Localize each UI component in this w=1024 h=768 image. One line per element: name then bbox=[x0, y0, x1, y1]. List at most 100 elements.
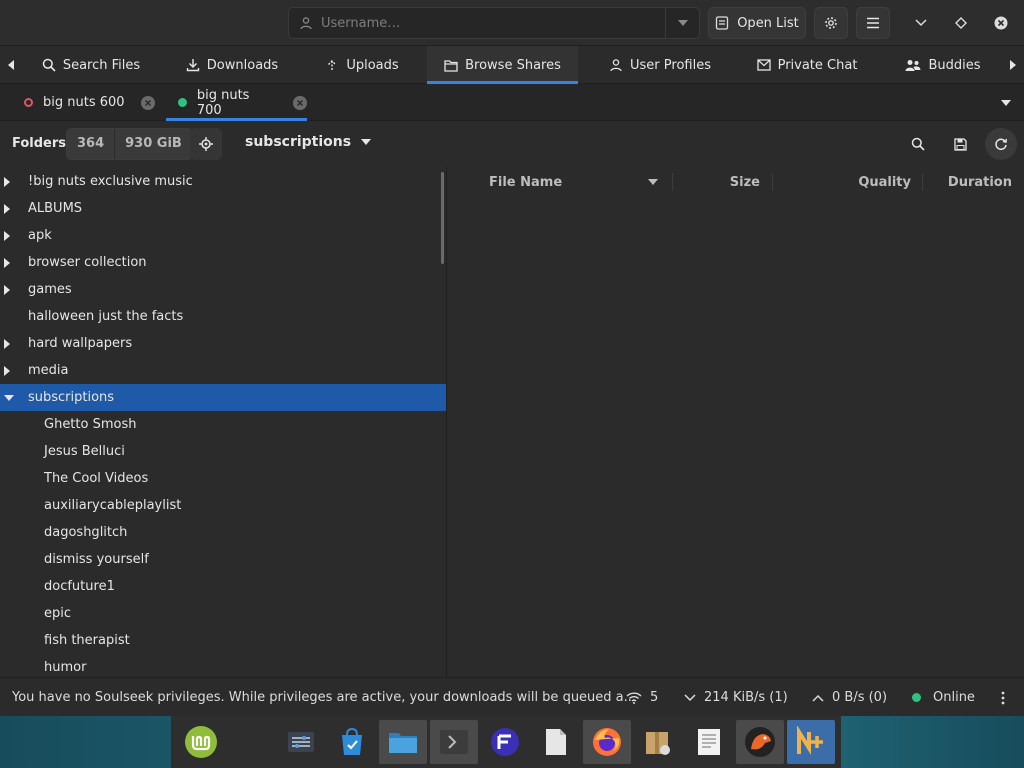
tree-subfolder-row[interactable]: fish therapist bbox=[0, 627, 446, 654]
column-separator bbox=[922, 173, 923, 191]
user-tab-big-nuts-700[interactable]: big nuts 700 bbox=[166, 84, 307, 121]
expander-closed-icon[interactable] bbox=[4, 195, 14, 222]
column-quality[interactable]: Quality bbox=[778, 167, 911, 197]
firefox-icon[interactable] bbox=[583, 720, 631, 764]
maximize-button[interactable] bbox=[945, 7, 977, 39]
user-icon bbox=[610, 59, 622, 72]
open-list-label: Open List bbox=[737, 15, 799, 31]
column-size[interactable]: Size bbox=[678, 167, 760, 197]
upload-speed: 0 B/s (0) bbox=[832, 690, 888, 705]
gear-icon bbox=[825, 17, 837, 29]
tab-private-chat[interactable]: Private Chat bbox=[744, 46, 870, 84]
expander-closed-icon[interactable] bbox=[4, 168, 14, 195]
status-menu-button[interactable] bbox=[1001, 678, 1005, 717]
tree-subfolder-row[interactable]: epic bbox=[0, 600, 446, 627]
settings-icon[interactable] bbox=[277, 720, 325, 764]
user-tab-label: big nuts 600 bbox=[43, 95, 125, 110]
tree-subfolder-label: The Cool Videos bbox=[44, 471, 149, 486]
online-status-indicator[interactable]: Online bbox=[912, 678, 975, 717]
tree-subfolder-row[interactable]: The Cool Videos bbox=[0, 465, 446, 492]
chevron-down-icon bbox=[915, 19, 927, 27]
mint-menu-icon[interactable] bbox=[177, 720, 225, 764]
tree-folder-row[interactable]: hard wallpapers bbox=[0, 330, 446, 357]
tab-downloads[interactable]: Downloads bbox=[172, 46, 292, 84]
tab-user-profiles[interactable]: User Profiles bbox=[596, 46, 724, 84]
expander-closed-icon[interactable] bbox=[4, 357, 14, 384]
nicotine-icon[interactable] bbox=[787, 720, 835, 764]
folder-tree[interactable]: !big nuts exclusive music ALBUMS apk browse… bbox=[0, 167, 447, 677]
expander-open-icon[interactable] bbox=[4, 384, 14, 411]
tree-folder-row[interactable]: ALBUMS bbox=[0, 195, 446, 222]
target-icon bbox=[199, 137, 213, 151]
tab-uploads[interactable]: Uploads bbox=[312, 46, 412, 84]
tab-browse-shares[interactable]: Browse Shares bbox=[427, 46, 578, 84]
column-duration[interactable]: Duration bbox=[928, 167, 1012, 197]
tree-subfolder-label: docfuture1 bbox=[44, 579, 115, 594]
blank-file-icon[interactable] bbox=[532, 720, 580, 764]
connections-indicator[interactable]: 5 bbox=[626, 678, 658, 717]
minimize-button[interactable] bbox=[905, 7, 937, 39]
username-dropdown-button[interactable] bbox=[665, 8, 699, 38]
tree-folder-row[interactable]: halloween just the facts bbox=[0, 303, 446, 330]
tree-folder-row[interactable]: browser collection bbox=[0, 249, 446, 276]
tree-folder-row[interactable]: !big nuts exclusive music bbox=[0, 168, 446, 195]
file-list[interactable]: File Name Size Quality Duration bbox=[448, 167, 1024, 677]
open-list-button[interactable]: Open List bbox=[708, 7, 806, 39]
user-tabs-menu-button[interactable] bbox=[996, 84, 1016, 121]
tab-label: Buddies bbox=[928, 57, 981, 73]
upload-speed-indicator[interactable]: 0 B/s (0) bbox=[812, 678, 887, 717]
main-tabs: Search Files Downloads Uploads Browse Sh… bbox=[0, 46, 1024, 84]
status-message-text: You have no Soulseek privileges. While p… bbox=[12, 690, 637, 705]
tree-subfolder-row[interactable]: humor bbox=[0, 654, 446, 677]
tree-folder-row[interactable]: media bbox=[0, 357, 446, 384]
software-manager-icon[interactable] bbox=[328, 720, 376, 764]
expand-collapse-button[interactable] bbox=[190, 128, 222, 160]
tabs-scroll-left-button[interactable] bbox=[0, 46, 22, 84]
search-files-button[interactable] bbox=[902, 128, 934, 160]
tree-folder-label: media bbox=[28, 363, 69, 378]
close-tab-icon[interactable] bbox=[140, 95, 155, 110]
tab-label: User Profiles bbox=[630, 57, 711, 73]
username-combo[interactable] bbox=[288, 7, 700, 39]
current-folder-selector[interactable]: subscriptions bbox=[245, 134, 372, 150]
folder-icon bbox=[444, 59, 458, 72]
terminal-icon[interactable] bbox=[430, 720, 478, 764]
main-menu-button[interactable] bbox=[856, 7, 890, 39]
close-tab-icon[interactable] bbox=[293, 95, 307, 110]
share-size: 930 GiB bbox=[114, 129, 192, 159]
download-speed-indicator[interactable]: 214 KiB/s (1) bbox=[684, 678, 788, 717]
tabs-scroll-right-button[interactable] bbox=[1002, 46, 1024, 84]
tree-folder-row[interactable]: games bbox=[0, 276, 446, 303]
column-separator bbox=[772, 173, 773, 191]
tree-folder-row[interactable]: subscriptions bbox=[0, 384, 446, 411]
tab-buddies[interactable]: Buddies bbox=[890, 46, 996, 84]
close-window-button[interactable] bbox=[985, 7, 1017, 39]
download-icon bbox=[186, 59, 199, 72]
files-icon[interactable] bbox=[379, 720, 427, 764]
tree-subfolder-row[interactable]: dismiss yourself bbox=[0, 546, 446, 573]
archive-icon[interactable] bbox=[634, 720, 682, 764]
text-editor-icon[interactable] bbox=[685, 720, 733, 764]
expander-closed-icon[interactable] bbox=[4, 249, 14, 276]
tree-scrollbar[interactable] bbox=[441, 172, 444, 264]
tab-search-files[interactable]: Search Files bbox=[30, 46, 152, 84]
tree-folder-row[interactable]: apk bbox=[0, 222, 446, 249]
tree-subfolder-row[interactable]: Ghetto Smosh bbox=[0, 411, 446, 438]
save-shares-button[interactable] bbox=[944, 128, 976, 160]
expander-closed-icon[interactable] bbox=[4, 222, 14, 249]
tree-subfolder-row[interactable]: dagoshglitch bbox=[0, 519, 446, 546]
app-f-icon[interactable] bbox=[481, 720, 529, 764]
tree-subfolder-row[interactable]: Jesus Belluci bbox=[0, 438, 446, 465]
expander-closed-icon[interactable] bbox=[4, 330, 14, 357]
tree-subfolder-row[interactable]: docfuture1 bbox=[0, 573, 446, 600]
bird-app-icon[interactable] bbox=[736, 720, 784, 764]
preferences-button[interactable] bbox=[814, 7, 848, 39]
user-tab-big-nuts-600[interactable]: big nuts 600 bbox=[12, 84, 162, 121]
download-speed: 214 KiB/s (1) bbox=[704, 690, 788, 705]
username-input[interactable] bbox=[321, 9, 665, 37]
refresh-button[interactable] bbox=[985, 128, 1017, 160]
column-file-name[interactable]: File Name bbox=[489, 167, 669, 197]
expander-closed-icon[interactable] bbox=[4, 276, 14, 303]
chevron-down-icon bbox=[361, 139, 372, 145]
tree-subfolder-row[interactable]: auxiliarycableplaylist bbox=[0, 492, 446, 519]
